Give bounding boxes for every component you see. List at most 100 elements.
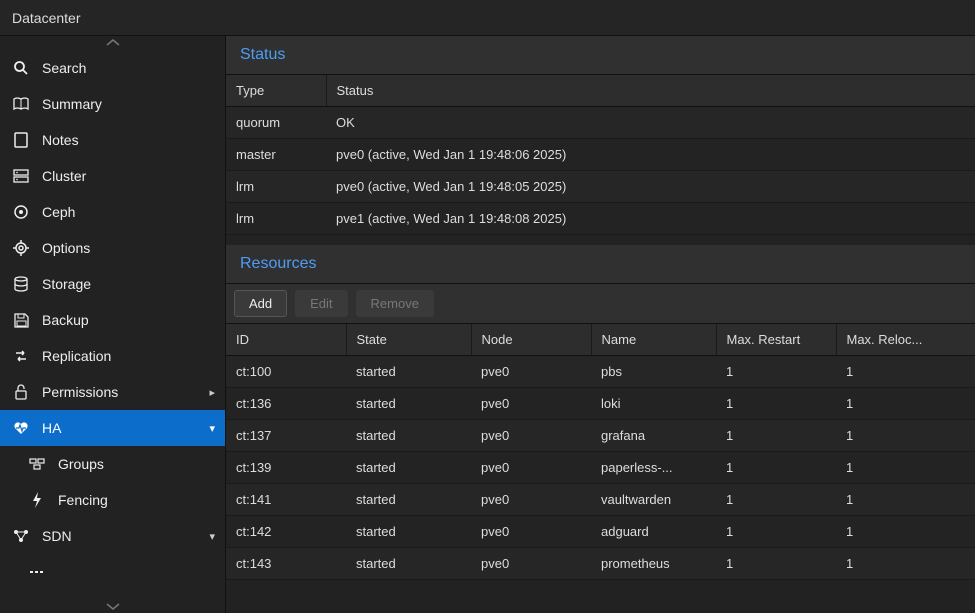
title-bar: Datacenter: [0, 0, 975, 36]
resources-heading: Resources: [226, 245, 975, 284]
sidebar-item-ha[interactable]: HA ▾: [0, 410, 225, 446]
sidebar-item-label: Search: [42, 60, 86, 76]
cell-restart: 1: [716, 548, 836, 580]
remove-button[interactable]: Remove: [356, 290, 434, 317]
cell-restart: 1: [716, 356, 836, 388]
more-icon: [28, 563, 46, 581]
sidebar-item-groups[interactable]: Groups: [0, 446, 225, 482]
col-max-reloc[interactable]: Max. Reloc...: [836, 324, 975, 356]
status-row[interactable]: lrmpve0 (active, Wed Jan 1 19:48:05 2025…: [226, 171, 975, 203]
cell-type: master: [226, 139, 326, 171]
cell-status: pve0 (active, Wed Jan 1 19:48:05 2025): [326, 171, 975, 203]
network-icon: [12, 527, 30, 545]
chevron-up-icon: [105, 39, 121, 47]
cell-reloc: 1: [836, 356, 975, 388]
cell-id: ct:141: [226, 484, 346, 516]
cell-state: started: [346, 356, 471, 388]
collapse-up-button[interactable]: [0, 36, 225, 50]
cell-reloc: 1: [836, 420, 975, 452]
lock-icon: [12, 383, 30, 401]
cell-id: ct:137: [226, 420, 346, 452]
cell-node: pve0: [471, 388, 591, 420]
cell-id: ct:142: [226, 516, 346, 548]
search-icon: [12, 59, 30, 77]
server-icon: [12, 167, 30, 185]
status-heading: Status: [226, 36, 975, 75]
cell-state: started: [346, 548, 471, 580]
sidebar-item-search[interactable]: Search: [0, 50, 225, 86]
book-icon: [12, 95, 30, 113]
cell-state: started: [346, 388, 471, 420]
chevron-down-icon: ▾: [209, 530, 215, 543]
page-title: Datacenter: [12, 10, 80, 26]
gear-icon: [12, 239, 30, 257]
cell-node: pve0: [471, 420, 591, 452]
cell-reloc: 1: [836, 452, 975, 484]
cell-restart: 1: [716, 388, 836, 420]
sidebar-item-replication[interactable]: Replication: [0, 338, 225, 374]
resource-row[interactable]: ct:136startedpve0loki11: [226, 388, 975, 420]
cell-status: pve1 (active, Wed Jan 1 19:48:08 2025): [326, 203, 975, 235]
note-icon: [12, 131, 30, 149]
bolt-icon: [28, 491, 46, 509]
status-row[interactable]: quorumOK: [226, 107, 975, 139]
status-row[interactable]: lrmpve1 (active, Wed Jan 1 19:48:08 2025…: [226, 203, 975, 235]
cell-name: prometheus: [591, 548, 716, 580]
sidebar-item-label: Permissions: [42, 384, 118, 400]
resource-row[interactable]: ct:100startedpve0pbs11: [226, 356, 975, 388]
sidebar-item-backup[interactable]: Backup: [0, 302, 225, 338]
sidebar-item-summary[interactable]: Summary: [0, 86, 225, 122]
cell-id: ct:139: [226, 452, 346, 484]
resource-row[interactable]: ct:139startedpve0paperless-...11: [226, 452, 975, 484]
cell-reloc: 1: [836, 548, 975, 580]
cell-reloc: 1: [836, 484, 975, 516]
cell-state: started: [346, 484, 471, 516]
sidebar-item-sdn[interactable]: SDN ▾: [0, 518, 225, 554]
col-status[interactable]: Status: [326, 75, 975, 107]
cell-state: started: [346, 516, 471, 548]
sidebar-item-label: Backup: [42, 312, 89, 328]
col-name[interactable]: Name: [591, 324, 716, 356]
col-type[interactable]: Type: [226, 75, 326, 107]
cell-id: ct:100: [226, 356, 346, 388]
sidebar-item-options[interactable]: Options: [0, 230, 225, 266]
cell-name: loki: [591, 388, 716, 420]
sidebar-item-label: Groups: [58, 456, 104, 472]
cell-node: pve0: [471, 516, 591, 548]
sidebar-item-more[interactable]: [0, 554, 225, 590]
status-panel: Status Type Status quorumOKmasterpve0 (a…: [226, 36, 975, 235]
sidebar-item-ceph[interactable]: Ceph: [0, 194, 225, 230]
cell-name: grafana: [591, 420, 716, 452]
sidebar-item-fencing[interactable]: Fencing: [0, 482, 225, 518]
sidebar-item-label: HA: [42, 420, 61, 436]
cell-node: pve0: [471, 356, 591, 388]
sidebar-item-cluster[interactable]: Cluster: [0, 158, 225, 194]
resource-row[interactable]: ct:137startedpve0grafana11: [226, 420, 975, 452]
cell-restart: 1: [716, 452, 836, 484]
sidebar-item-storage[interactable]: Storage: [0, 266, 225, 302]
col-id[interactable]: ID: [226, 324, 346, 356]
status-row[interactable]: masterpve0 (active, Wed Jan 1 19:48:06 2…: [226, 139, 975, 171]
sidebar-item-permissions[interactable]: Permissions ▸: [0, 374, 225, 410]
cell-state: started: [346, 452, 471, 484]
col-node[interactable]: Node: [471, 324, 591, 356]
cell-node: pve0: [471, 484, 591, 516]
resource-row[interactable]: ct:142startedpve0adguard11: [226, 516, 975, 548]
sidebar-item-label: Replication: [42, 348, 111, 364]
cell-status: OK: [326, 107, 975, 139]
cell-type: lrm: [226, 203, 326, 235]
cell-type: lrm: [226, 171, 326, 203]
col-max-restart[interactable]: Max. Restart: [716, 324, 836, 356]
collapse-down-button[interactable]: [0, 599, 225, 613]
edit-button[interactable]: Edit: [295, 290, 347, 317]
resource-row[interactable]: ct:143startedpve0prometheus11: [226, 548, 975, 580]
add-button[interactable]: Add: [234, 290, 287, 317]
cell-restart: 1: [716, 516, 836, 548]
cell-type: quorum: [226, 107, 326, 139]
chevron-down-icon: ▾: [209, 422, 215, 435]
resource-row[interactable]: ct:141startedpve0vaultwarden11: [226, 484, 975, 516]
col-state[interactable]: State: [346, 324, 471, 356]
sidebar: Search Summary Notes Cluster Ceph Option…: [0, 36, 226, 613]
sidebar-item-notes[interactable]: Notes: [0, 122, 225, 158]
chevron-down-icon: [105, 602, 121, 610]
